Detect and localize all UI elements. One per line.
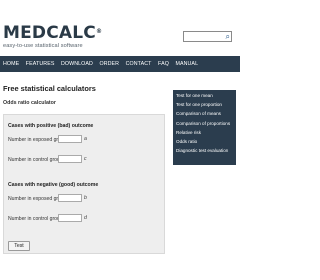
positive-outcome-heading: Cases with positive (bad) outcome [8, 123, 94, 129]
exposed-negative-input[interactable] [58, 194, 82, 202]
side-menu-comparison-proportions[interactable]: Comparison of proportions [173, 119, 236, 128]
cell-b-label: b [84, 195, 87, 201]
cell-c-label: c [84, 156, 87, 162]
nav-item-order[interactable]: ORDER [99, 61, 119, 67]
calculator-title: Odds ratio calculator [3, 100, 56, 106]
side-menu-diagnostic-test[interactable]: Diagnostic test evaluation [173, 146, 236, 155]
side-menu-test-one-proportion[interactable]: Test for one proportion [173, 100, 236, 109]
cell-a-label: a [84, 136, 87, 142]
top-navigation: HOME FEATURES DOWNLOAD ORDER CONTACT FAQ… [0, 56, 240, 72]
negative-outcome-heading: Cases with negative (good) outcome [8, 182, 99, 188]
cell-d-label: d [84, 215, 87, 221]
control-positive-input[interactable] [58, 155, 82, 163]
control-positive-label: Number in control group: [8, 157, 65, 163]
nav-item-contact[interactable]: CONTACT [126, 61, 152, 67]
search-input[interactable]: ⌕ [183, 31, 232, 42]
logo-tagline: easy-to-use statistical software [3, 43, 83, 49]
search-icon[interactable]: ⌕ [226, 31, 230, 42]
nav-item-faq[interactable]: FAQ [158, 61, 169, 67]
control-negative-input[interactable] [58, 214, 82, 222]
nav-item-download[interactable]: DOWNLOAD [61, 61, 93, 67]
test-button[interactable]: Test [8, 241, 30, 251]
side-menu-test-one-mean[interactable]: Test for one mean [173, 91, 236, 100]
nav-item-home[interactable]: HOME [3, 61, 19, 67]
exposed-positive-input[interactable] [58, 135, 82, 143]
nav-item-manual[interactable]: MANUAL [175, 61, 198, 67]
side-menu-odds-ratio[interactable]: Odds ratio [173, 137, 236, 146]
medcalc-logo[interactable]: MEDCALC® easy-to-use statistical softwar… [3, 23, 103, 50]
page-title: Free statistical calculators [3, 84, 96, 93]
nav-item-features[interactable]: FEATURES [26, 61, 55, 67]
side-menu-relative-risk[interactable]: Relative risk [173, 128, 236, 137]
side-menu-comparison-means[interactable]: Comparison of means [173, 109, 236, 118]
registered-mark: ® [95, 28, 103, 35]
control-negative-label: Number in control group: [8, 216, 65, 222]
odds-ratio-form: Cases with positive (bad) outcome Number… [3, 114, 165, 254]
logo-name: MEDCALC® [3, 23, 103, 43]
calculator-side-menu: Test for one mean Test for one proportio… [173, 90, 236, 165]
